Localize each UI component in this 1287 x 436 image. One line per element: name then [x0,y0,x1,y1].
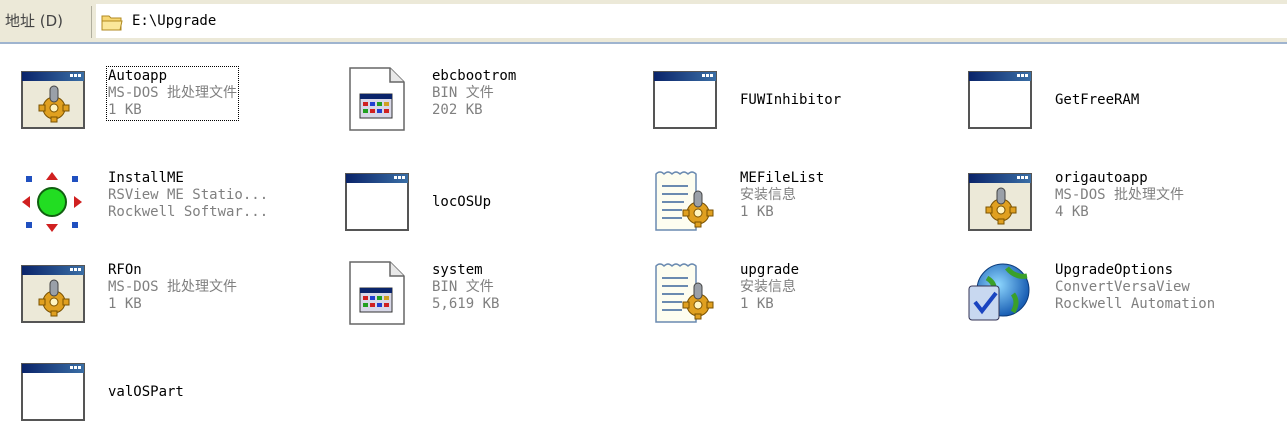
batch-file-icon [963,168,1035,234]
file-name: ebcbootrom [432,68,517,84]
setup-info-icon [648,168,720,234]
file-item[interactable]: GetFreeRAM [963,64,1263,134]
file-detail: 4 KB [1055,204,1089,220]
file-detail: Rockwell Softwar... [108,204,269,220]
file-label: ebcbootrom BIN 文件 202 KB [432,68,516,119]
address-bar: 地址 (D) E:\Upgrade [0,0,1287,44]
file-label: MEFileList 安装信息 1 KB [740,170,824,221]
batch-file-icon [16,66,88,132]
file-label: origautoapp MS-DOS 批处理文件 4 KB [1055,170,1184,221]
file-item[interactable]: Autoapp MS-DOS 批处理文件 1 KB [16,64,316,134]
file-detail: 1 KB [740,296,774,312]
address-path: E:\Upgrade [132,13,217,29]
file-item[interactable]: valOSPart [16,356,316,426]
file-name: RFOn [108,262,142,278]
file-name: MEFileList [740,170,825,186]
file-item[interactable]: InstallME RSView ME Statio... Rockwell Sof… [16,166,316,236]
bin-file-icon [340,260,412,326]
file-type: 安装信息 [740,279,796,295]
file-type: MS-DOS 批处理文件 [1055,187,1185,203]
file-item[interactable]: system BIN 文件 5,619 KB [340,258,640,328]
file-label: Autoapp MS-DOS 批处理文件 1 KB [105,66,240,121]
file-detail: 1 KB [108,296,142,312]
address-input[interactable]: E:\Upgrade [96,4,1287,38]
globe-app-icon [963,260,1035,326]
window-app-icon [648,66,720,132]
file-name: FUWInhibitor [740,92,842,108]
file-name: UpgradeOptions [1055,262,1174,278]
window-app-icon [16,358,88,424]
address-separator [91,6,92,38]
file-label: InstallME RSView ME Statio... Rockwell Sof… [108,170,268,221]
file-type: BIN 文件 [432,279,494,295]
installme-icon [16,168,88,234]
file-type: ConvertVersaView [1055,279,1190,295]
file-label: upgrade 安装信息 1 KB [740,262,799,313]
file-detail: Rockwell Automation [1055,296,1216,312]
file-name: system [432,262,483,278]
file-label: system BIN 文件 5,619 KB [432,262,499,313]
file-item[interactable]: UpgradeOptions ConvertVersaView Rockwell A… [963,258,1263,328]
batch-file-icon [16,260,88,326]
file-name: locOSUp [432,194,492,210]
file-label: valOSPart [108,384,184,401]
file-type: 安装信息 [740,187,796,203]
file-label: RFOn MS-DOS 批处理文件 1 KB [108,262,237,313]
file-type: BIN 文件 [432,85,494,101]
file-item[interactable]: locOSUp [340,166,640,236]
file-detail: 202 KB [432,102,483,118]
folder-icon [101,15,123,31]
file-item[interactable]: FUWInhibitor [648,64,948,134]
file-name: InstallME [108,170,184,186]
file-item[interactable]: upgrade 安装信息 1 KB [648,258,948,328]
file-name: Autoapp [108,68,168,84]
file-type: RSView ME Statio... [108,187,269,203]
file-type: MS-DOS 批处理文件 [108,279,238,295]
file-name: GetFreeRAM [1055,92,1140,108]
window-app-icon [963,66,1035,132]
file-label: locOSUp [432,194,491,211]
file-item[interactable]: MEFileList 安装信息 1 KB [648,166,948,236]
file-item[interactable]: ebcbootrom BIN 文件 202 KB [340,64,640,134]
file-detail: 5,619 KB [432,296,500,312]
file-name: upgrade [740,262,800,278]
file-label: UpgradeOptions ConvertVersaView Rockwell A… [1055,262,1215,313]
file-label: GetFreeRAM [1055,92,1139,109]
file-label: FUWInhibitor [740,92,841,109]
file-item[interactable]: RFOn MS-DOS 批处理文件 1 KB [16,258,316,328]
file-type: MS-DOS 批处理文件 [108,85,238,101]
file-name: origautoapp [1055,170,1148,186]
window-app-icon [340,168,412,234]
address-label: 地址 (D) [5,12,64,30]
file-detail: 1 KB [740,204,774,220]
file-item[interactable]: origautoapp MS-DOS 批处理文件 4 KB [963,166,1263,236]
file-detail: 1 KB [108,102,142,118]
file-name: valOSPart [108,384,184,400]
setup-info-icon [648,260,720,326]
bin-file-icon [340,66,412,132]
